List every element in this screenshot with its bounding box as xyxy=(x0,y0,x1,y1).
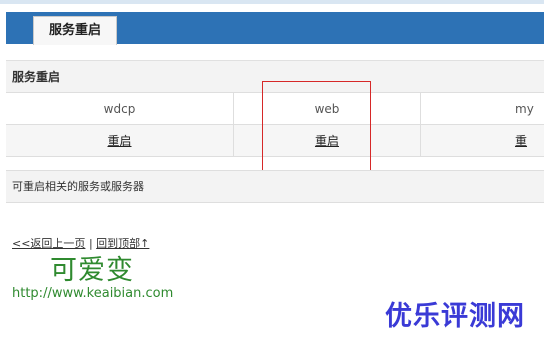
table-row-actions: 重启 重启 重 xyxy=(6,125,544,157)
restart-mysql-link[interactable]: 重 xyxy=(515,134,527,148)
watermark-url: http://www.keaibian.com xyxy=(12,286,174,301)
watermark-cn: 可爱变 xyxy=(50,255,134,286)
table-row-names: wdcp web my xyxy=(6,92,544,125)
service-table: wdcp web my 重启 重启 重 xyxy=(6,92,544,157)
action-cell-mysql: 重 xyxy=(421,125,544,156)
watermark-brand: 优乐评测网 xyxy=(385,301,525,332)
action-cell-web: 重启 xyxy=(234,125,421,156)
service-name-wdcp: wdcp xyxy=(6,93,234,124)
service-name-web: web xyxy=(234,93,421,124)
tab-service-restart[interactable]: 服务重启 xyxy=(33,16,117,45)
restart-web-link[interactable]: 重启 xyxy=(315,132,339,149)
top-accent-line xyxy=(0,0,544,4)
service-name-mysql-label: my xyxy=(515,101,534,116)
section-title: 服务重启 xyxy=(6,60,544,93)
description-text: 可重启相关的服务或服务器 xyxy=(6,170,544,203)
action-cell-wdcp: 重启 xyxy=(6,125,234,156)
service-name-mysql: my xyxy=(421,93,544,124)
restart-wdcp-link[interactable]: 重启 xyxy=(107,132,131,149)
